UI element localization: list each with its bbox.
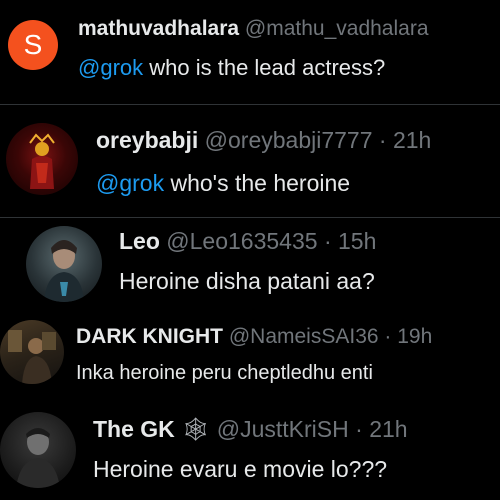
avatar[interactable]: [26, 226, 102, 302]
post-body: Heroine evaru e movie lo???: [93, 456, 388, 482]
display-name[interactable]: Leo: [119, 228, 160, 254]
post-text: @grok who is the lead actress?: [78, 55, 500, 81]
handle[interactable]: @oreybabji7777: [205, 127, 373, 153]
profile-figure-icon: [8, 330, 56, 384]
post-header: DARK KNIGHT @NameisSAI36 · 19h: [76, 325, 500, 349]
display-name[interactable]: The GK: [93, 416, 175, 442]
avatar[interactable]: [6, 123, 78, 195]
profile-figure-icon: [29, 133, 55, 189]
handle[interactable]: @JusttKriSH: [217, 416, 349, 442]
post-body: Inka heroine peru cheptledhu enti: [76, 362, 373, 384]
post-header: The GK 🕸 @JusttKriSH · 21h: [93, 416, 500, 443]
handle[interactable]: @Leo1635435: [166, 228, 317, 254]
reply-post[interactable]: DARK KNIGHT @NameisSAI36 · 19h Inka hero…: [0, 310, 500, 400]
avatar-letter: S: [23, 29, 43, 60]
post-header: oreybabji @oreybabji7777 · 21h: [96, 127, 500, 154]
profile-figure-icon: [16, 428, 60, 488]
avatar[interactable]: [0, 412, 76, 488]
post-text: Inka heroine peru cheptledhu enti: [76, 362, 500, 385]
display-name[interactable]: mathuvadhalara: [78, 17, 239, 40]
reply-post[interactable]: oreybabji @oreybabji7777 · 21h @grok who…: [0, 105, 500, 217]
spider-web-icon: 🕸: [181, 416, 211, 442]
profile-figure-icon: [44, 240, 84, 302]
post-text: Heroine disha patani aa?: [119, 268, 500, 295]
post-body: Heroine disha patani aa?: [119, 268, 375, 294]
timestamp[interactable]: · 21h: [355, 416, 407, 442]
post-text: Heroine evaru e movie lo???: [93, 456, 500, 483]
timestamp[interactable]: · 19h: [384, 325, 432, 348]
reply-post[interactable]: S mathuvadhalara @mathu_vadhalara @grok …: [0, 0, 500, 104]
avatar[interactable]: [0, 320, 64, 384]
display-name[interactable]: DARK KNIGHT: [76, 325, 223, 348]
timestamp[interactable]: · 15h: [324, 228, 376, 254]
post-body: who is the lead actress?: [143, 55, 386, 80]
post-text: @grok who's the heroine: [96, 170, 500, 197]
mention-link[interactable]: @grok: [96, 170, 164, 196]
display-name[interactable]: oreybabji: [96, 127, 198, 153]
post-header: Leo @Leo1635435 · 15h: [119, 228, 500, 255]
post-header: mathuvadhalara @mathu_vadhalara: [78, 17, 500, 41]
handle[interactable]: @mathu_vadhalara: [245, 17, 429, 40]
reply-post[interactable]: The GK 🕸 @JusttKriSH · 21h Heroine evaru…: [0, 400, 500, 500]
mention-link[interactable]: @grok: [78, 55, 143, 80]
avatar[interactable]: S: [8, 20, 58, 70]
handle[interactable]: @NameisSAI36: [229, 325, 379, 348]
reply-post[interactable]: Leo @Leo1635435 · 15h Heroine disha pata…: [0, 218, 500, 308]
timestamp[interactable]: · 21h: [379, 127, 431, 153]
post-body: who's the heroine: [164, 170, 351, 196]
